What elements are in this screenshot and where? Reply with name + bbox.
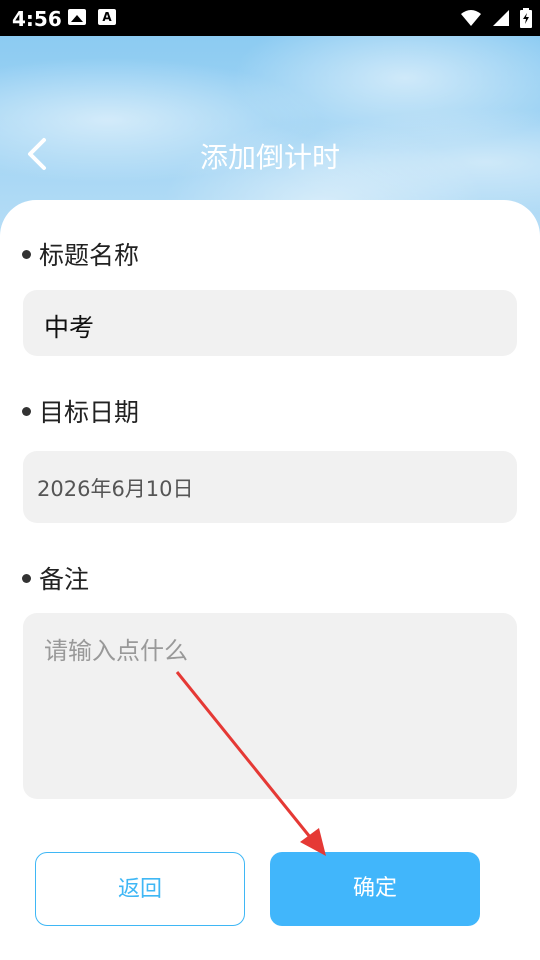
image-icon (68, 9, 86, 25)
wifi-icon (461, 10, 481, 26)
back-button[interactable]: 返回 (35, 852, 245, 926)
status-time: 4:56 (12, 7, 62, 31)
page-title: 添加倒计时 (199, 141, 340, 174)
signal-icon (493, 10, 509, 26)
form-card: 标题名称 中考 目标日期 2026年6月10日 备注 请输入点什么 返回 确定 (0, 200, 540, 960)
note-textarea[interactable]: 请输入点什么 (23, 613, 517, 799)
title-input[interactable]: 中考 (23, 290, 517, 356)
bullet-dot (22, 249, 31, 259)
date-label-text: 目标日期 (39, 398, 140, 427)
a-icon: A (98, 9, 116, 25)
status-right-icons (460, 8, 532, 28)
title-label: 标题名称 (22, 236, 139, 272)
title-label-text: 标题名称 (39, 241, 140, 270)
status-bar: 4:56 A (0, 0, 540, 36)
bullet-dot (22, 573, 31, 583)
status-left-icons: A (68, 9, 116, 25)
confirm-button[interactable]: 确定 (270, 852, 480, 926)
note-label-text: 备注 (39, 565, 90, 594)
date-picker-field[interactable]: 2026年6月10日 (23, 451, 517, 523)
note-label: 备注 (22, 560, 89, 596)
date-label: 目标日期 (22, 393, 139, 429)
battery-icon (520, 8, 532, 28)
bullet-dot (22, 406, 31, 416)
